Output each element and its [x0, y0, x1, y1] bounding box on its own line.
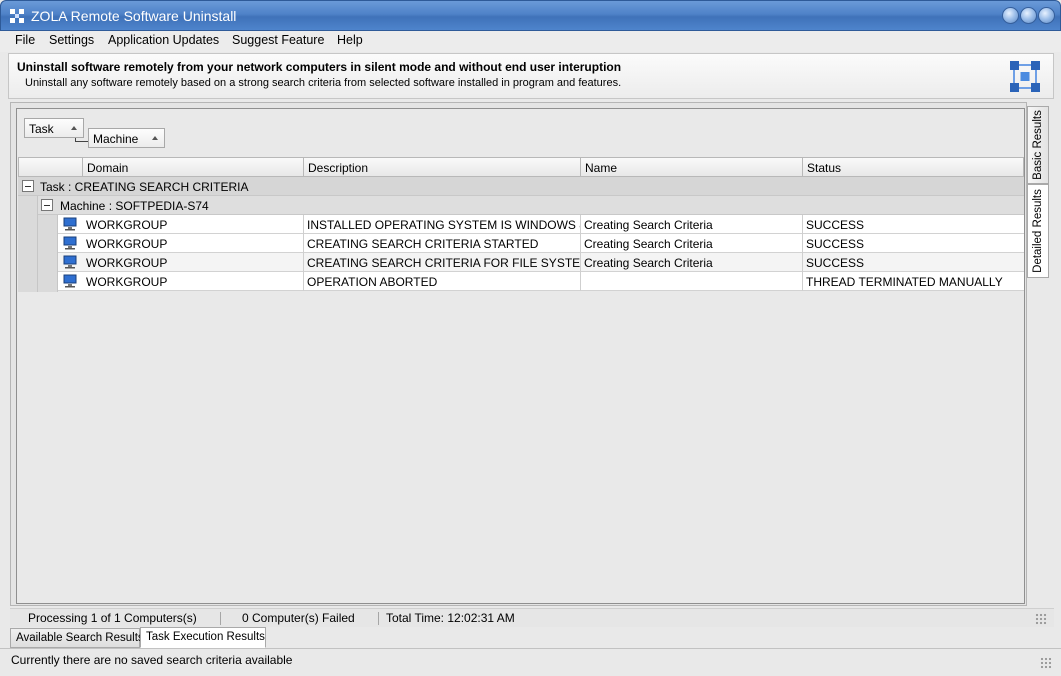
- info-banner: Uninstall software remotely from your ne…: [8, 53, 1054, 99]
- table-row[interactable]: WORKGROUP CREATING SEARCH CRITERIA START…: [58, 234, 1024, 253]
- resize-grip-icon[interactable]: [1035, 613, 1047, 625]
- tab-basic-results-label: Basic Results: [1032, 110, 1044, 180]
- cell-name: Creating Search Criteria: [581, 253, 803, 272]
- banner-subtitle: Uninstall any software remotely based on…: [25, 77, 622, 89]
- status-separator: [220, 612, 221, 625]
- table-row[interactable]: WORKGROUP INSTALLED OPERATING SYSTEM IS …: [58, 215, 1024, 234]
- column-header-status[interactable]: Status: [803, 157, 1024, 177]
- task-group-label: Task : CREATING SEARCH CRITERIA: [40, 180, 249, 194]
- cell-domain: WORKGROUP: [83, 253, 304, 272]
- resize-grip-icon[interactable]: [1040, 657, 1052, 669]
- app-logo-icon: [10, 9, 24, 23]
- sort-up-icon: [152, 136, 158, 140]
- column-header-indent: [18, 157, 83, 177]
- cell-name: Creating Search Criteria: [581, 215, 803, 234]
- collapse-icon[interactable]: [22, 180, 34, 192]
- status-processing: Processing 1 of 1 Computers(s): [28, 611, 197, 625]
- group-by-task-label: Task: [29, 122, 54, 136]
- computer-icon: [63, 255, 77, 269]
- menu-application-updates[interactable]: Application Updates: [108, 33, 219, 47]
- cell-status: SUCCESS: [806, 256, 865, 270]
- cell-description: OPERATION ABORTED: [304, 272, 581, 291]
- table-row[interactable]: WORKGROUP CREATING SEARCH CRITERIA FOR F…: [58, 253, 1024, 272]
- computer-icon: [63, 274, 77, 288]
- collapse-icon[interactable]: [41, 199, 53, 211]
- cell-description: INSTALLED OPERATING SYSTEM IS WINDOWS 8 …: [304, 215, 581, 234]
- cell-description: CREATING SEARCH CRITERIA FOR FILE SYSTEM: [304, 253, 581, 272]
- status-bar: Processing 1 of 1 Computers(s) 0 Compute…: [10, 608, 1054, 627]
- sort-up-icon: [71, 126, 77, 130]
- window-title: ZOLA Remote Software Uninstall: [31, 8, 237, 24]
- status-total-time: Total Time: 12:02:31 AM: [386, 611, 515, 625]
- indent-column-level1: [18, 196, 38, 292]
- machine-group-row[interactable]: Machine : SOFTPEDIA-S74: [38, 196, 1024, 215]
- group-by-machine-label: Machine: [93, 132, 139, 146]
- cell-status: SUCCESS: [806, 237, 865, 251]
- menu-bar: File Settings Application Updates Sugges…: [0, 31, 1061, 52]
- menu-suggest-feature[interactable]: Suggest Feature: [232, 33, 324, 47]
- column-header-description[interactable]: Description: [304, 157, 581, 177]
- tab-detailed-results-label: Detailed Results: [1032, 189, 1044, 273]
- task-group-row[interactable]: Task : CREATING SEARCH CRITERIA: [18, 177, 1024, 196]
- tab-detailed-results[interactable]: Detailed Results: [1027, 184, 1049, 278]
- menu-file[interactable]: File: [15, 33, 35, 47]
- tab-task-execution-results[interactable]: Task Execution Results: [140, 627, 266, 648]
- tab-task-execution-results-label: Task Execution Results: [146, 631, 265, 643]
- group-by-task-chip[interactable]: Task: [24, 118, 84, 138]
- column-header-domain[interactable]: Domain: [83, 157, 304, 177]
- product-logo-icon: [1010, 61, 1040, 92]
- cell-status: THREAD TERMINATED MANUALLY: [806, 275, 1003, 289]
- group-by-machine-chip[interactable]: Machine: [88, 128, 165, 148]
- machine-group-label: Machine : SOFTPEDIA-S74: [60, 199, 209, 213]
- cell-status: SUCCESS: [806, 218, 865, 232]
- footer-bar: Currently there are no saved search crit…: [0, 648, 1061, 676]
- cell-description: CREATING SEARCH CRITERIA STARTED: [304, 234, 581, 253]
- close-button[interactable]: [1038, 7, 1055, 24]
- banner-title: Uninstall software remotely from your ne…: [17, 60, 622, 74]
- tab-available-search-results[interactable]: Available Search Results: [10, 628, 144, 648]
- cell-domain: WORKGROUP: [83, 272, 304, 291]
- title-bar: ZOLA Remote Software Uninstall: [0, 0, 1061, 31]
- indent-column-level2: [38, 215, 58, 292]
- tab-available-search-results-label: Available Search Results: [16, 632, 144, 644]
- menu-settings[interactable]: Settings: [49, 33, 94, 47]
- cell-name: Creating Search Criteria: [581, 234, 803, 253]
- status-failed: 0 Computer(s) Failed: [242, 611, 355, 625]
- computer-icon: [63, 217, 77, 231]
- computer-icon: [63, 236, 77, 250]
- table-row[interactable]: WORKGROUP OPERATION ABORTED THREAD TERMI…: [58, 272, 1024, 291]
- tab-basic-results[interactable]: Basic Results: [1027, 106, 1049, 184]
- footer-message: Currently there are no saved search crit…: [11, 653, 293, 667]
- cell-name: [581, 272, 803, 291]
- cell-domain: WORKGROUP: [83, 234, 304, 253]
- group-connector: [75, 138, 89, 142]
- status-separator: [378, 612, 379, 625]
- cell-domain: WORKGROUP: [83, 215, 304, 234]
- column-header-name[interactable]: Name: [581, 157, 803, 177]
- minimize-button[interactable]: [1002, 7, 1019, 24]
- maximize-button[interactable]: [1020, 7, 1037, 24]
- menu-help[interactable]: Help: [337, 33, 363, 47]
